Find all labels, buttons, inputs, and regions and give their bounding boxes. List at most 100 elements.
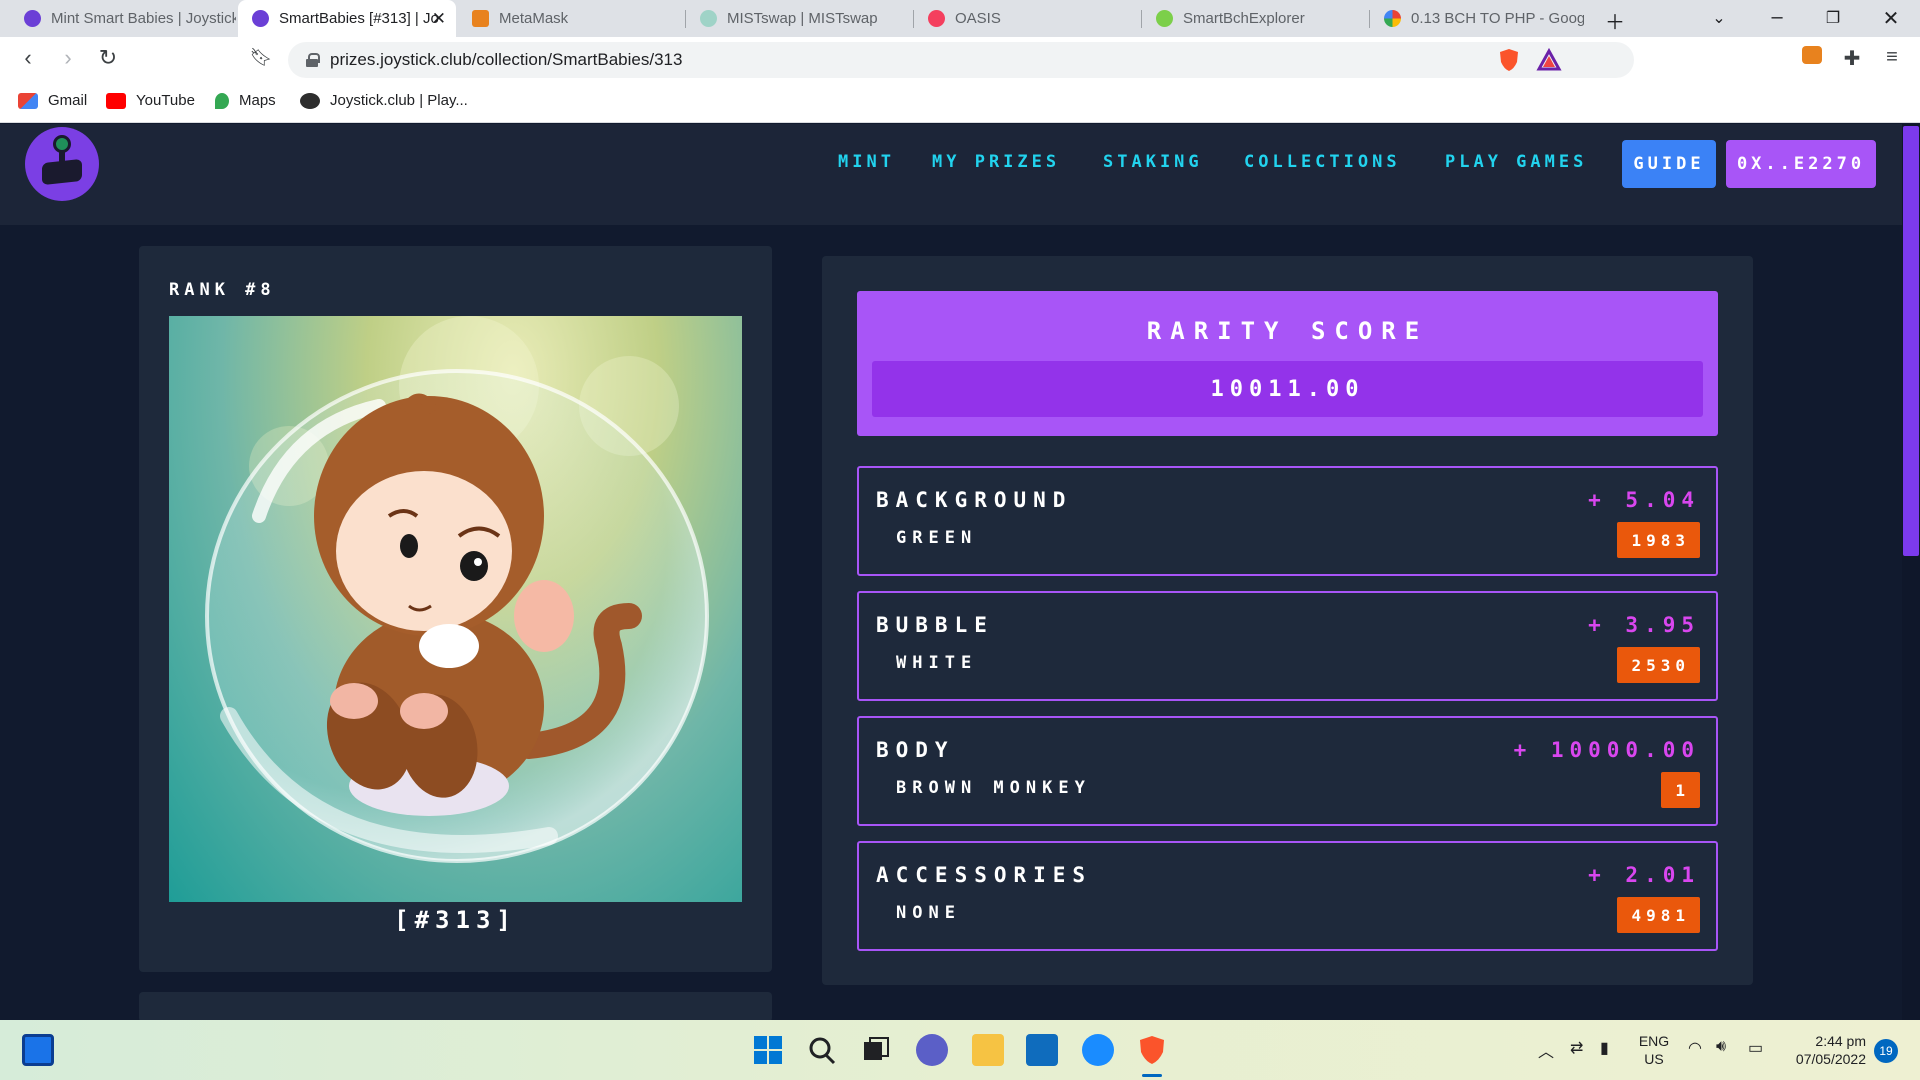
- nav-staking[interactable]: STAKING: [1103, 152, 1203, 172]
- brave-rewards-icon[interactable]: [1536, 47, 1562, 73]
- extensions-puzzle-icon[interactable]: ✚: [1838, 46, 1866, 71]
- guide-button[interactable]: GUIDE: [1622, 140, 1716, 188]
- trait-score: + 10000.00: [1513, 738, 1700, 762]
- google-g-icon: [1384, 10, 1401, 27]
- language-indicator[interactable]: ENG US: [1636, 1032, 1672, 1068]
- address-bar[interactable]: prizes.joystick.club/collection/SmartBab…: [288, 42, 1634, 78]
- battery-icon[interactable]: ▭: [1748, 1038, 1763, 1058]
- nav-my-prizes[interactable]: MY PRIZES: [932, 152, 1060, 172]
- mail-icon[interactable]: [1026, 1034, 1058, 1066]
- teams-chat-icon[interactable]: [916, 1034, 948, 1066]
- browser-toolbar: ‹ › ↻ 🔖︎ prizes.joystick.club/collection…: [0, 37, 1920, 83]
- wifi-icon[interactable]: ◠: [1688, 1038, 1702, 1058]
- joystick-favicon-icon: [24, 10, 41, 27]
- tray-network-sync-icon[interactable]: ⇄: [1570, 1038, 1583, 1058]
- search-icon[interactable]: [806, 1034, 838, 1066]
- joystick-logo[interactable]: [25, 127, 99, 201]
- site-header: MINT MY PRIZES STAKING COLLECTIONS PLAY …: [0, 124, 1902, 225]
- trait-value: NONE: [896, 903, 961, 923]
- brave-shield-icon[interactable]: [1496, 47, 1522, 73]
- trait-value: BROWN MONKEY: [896, 778, 1091, 798]
- trait-name: BODY: [876, 738, 955, 762]
- notification-count-badge[interactable]: 19: [1874, 1039, 1898, 1063]
- trait-count-badge: 4981: [1617, 897, 1700, 933]
- nav-mint[interactable]: MINT: [838, 152, 895, 172]
- tab-mistswap[interactable]: MISTswap | MISTswap: [686, 0, 912, 37]
- lock-icon: [306, 53, 320, 67]
- trait-card-background: BACKGROUND GREEN + 5.04 1983: [857, 466, 1718, 576]
- bookmark-icon[interactable]: 🔖︎: [247, 47, 275, 68]
- trait-value: WHITE: [896, 653, 978, 673]
- bookmark-youtube[interactable]: YouTube: [106, 92, 195, 109]
- trait-count-badge: 1983: [1617, 522, 1700, 558]
- minimize-icon[interactable]: –: [1762, 6, 1792, 29]
- active-app-indicator: [1142, 1074, 1162, 1077]
- metamask-fox-icon: [472, 10, 489, 27]
- trait-name: ACCESSORIES: [876, 863, 1093, 887]
- nft-card: RANK #8 [#313]: [139, 246, 772, 972]
- oasis-icon: [928, 10, 945, 27]
- new-tab-icon[interactable]: ＋: [1600, 6, 1630, 35]
- tab-oasis[interactable]: OASIS: [914, 0, 1140, 37]
- tab-google-search[interactable]: 0.13 BCH TO PHP - Google Search: [1370, 0, 1584, 37]
- trait-count-badge: 2530: [1617, 647, 1700, 683]
- task-view-icon[interactable]: [860, 1034, 892, 1066]
- youtube-icon: [106, 92, 126, 109]
- back-arrow-icon[interactable]: ‹: [14, 45, 42, 71]
- maps-pin-icon: [215, 92, 229, 109]
- browser-tab-bar: Mint Smart Babies | Joystick.club SmartB…: [0, 0, 1920, 37]
- messenger-icon[interactable]: [1082, 1034, 1114, 1066]
- trait-score: + 2.01: [1588, 863, 1700, 887]
- rarity-score-panel: RARITY SCORE 10011.00: [857, 291, 1718, 436]
- mistswap-icon: [700, 10, 717, 27]
- bookmark-gmail[interactable]: Gmail: [18, 92, 87, 109]
- monkey-in-bubble-illustration: [205, 316, 709, 863]
- brave-browser-icon[interactable]: [1136, 1034, 1168, 1066]
- bookmarks-bar: Gmail YouTube Maps Joystick.club | Play.…: [0, 83, 1920, 123]
- metamask-extension-icon[interactable]: [1798, 46, 1826, 70]
- tab-search-chevron-icon[interactable]: ⌄: [1704, 8, 1734, 28]
- reload-icon[interactable]: ↻: [94, 45, 122, 71]
- tray-meter-icon[interactable]: ▮: [1600, 1038, 1609, 1058]
- nav-collections[interactable]: COLLECTIONS: [1244, 152, 1401, 172]
- close-window-icon[interactable]: ✕: [1876, 6, 1906, 31]
- bookmark-joystick[interactable]: Joystick.club | Play...: [300, 92, 468, 109]
- nav-play-games[interactable]: PLAY GAMES: [1445, 152, 1587, 172]
- trait-value: GREEN: [896, 528, 978, 548]
- tab-metamask[interactable]: MetaMask: [458, 0, 684, 37]
- rarity-score-title: RARITY SCORE: [1146, 317, 1429, 345]
- forward-arrow-icon[interactable]: ›: [54, 45, 82, 71]
- tab-smartbchexplorer[interactable]: SmartBchExplorer: [1142, 0, 1368, 37]
- widgets-icon[interactable]: [22, 1034, 54, 1066]
- menu-icon[interactable]: ≡: [1878, 46, 1906, 69]
- trait-card-body: BODY BROWN MONKEY + 10000.00 1: [857, 716, 1718, 826]
- wallet-button[interactable]: 0X..E2270: [1726, 140, 1876, 188]
- trait-card-accessories: ACCESSORIES NONE + 2.01 4981: [857, 841, 1718, 951]
- restore-icon[interactable]: ❐: [1818, 8, 1848, 28]
- bookmark-maps[interactable]: Maps: [215, 92, 276, 109]
- tab-smartbabies-313[interactable]: SmartBabies [#313] | Joystick.club ✕: [238, 0, 456, 37]
- windows-taskbar: ︿ ⇄ ▮ ENG US ◠ 🔊︎ ▭ 2:44 pm 07/05/2022 1…: [0, 1020, 1920, 1080]
- page-scrollbar[interactable]: [1902, 124, 1920, 1020]
- secondary-card: [139, 992, 772, 1022]
- clock[interactable]: 2:44 pm 07/05/2022: [1782, 1032, 1866, 1068]
- nft-id-label: [#313]: [394, 906, 517, 934]
- rarity-score-value: 10011.00: [872, 361, 1703, 417]
- trait-name: BUBBLE: [876, 613, 994, 637]
- start-windows-icon[interactable]: [752, 1034, 784, 1066]
- trait-score: + 3.95: [1588, 613, 1700, 637]
- tray-chevron-icon[interactable]: ︿: [1538, 1038, 1554, 1062]
- trait-name: BACKGROUND: [876, 488, 1073, 512]
- url-text[interactable]: prizes.joystick.club/collection/SmartBab…: [330, 50, 682, 70]
- file-explorer-icon[interactable]: [972, 1034, 1004, 1066]
- rank-label: RANK #8: [169, 280, 276, 300]
- gmail-icon: [18, 92, 38, 109]
- nft-image: [169, 316, 742, 902]
- trait-card-bubble: BUBBLE WHITE + 3.95 2530: [857, 591, 1718, 701]
- scrollbar-thumb[interactable]: [1903, 126, 1919, 556]
- tab-mint-smart-babies[interactable]: Mint Smart Babies | Joystick.club: [10, 0, 236, 37]
- rarity-card: RARITY SCORE 10011.00 BACKGROUND GREEN +…: [822, 256, 1753, 985]
- close-tab-icon[interactable]: ✕: [432, 9, 446, 29]
- volume-icon[interactable]: 🔊︎: [1716, 1038, 1726, 1056]
- trait-score: + 5.04: [1588, 488, 1700, 512]
